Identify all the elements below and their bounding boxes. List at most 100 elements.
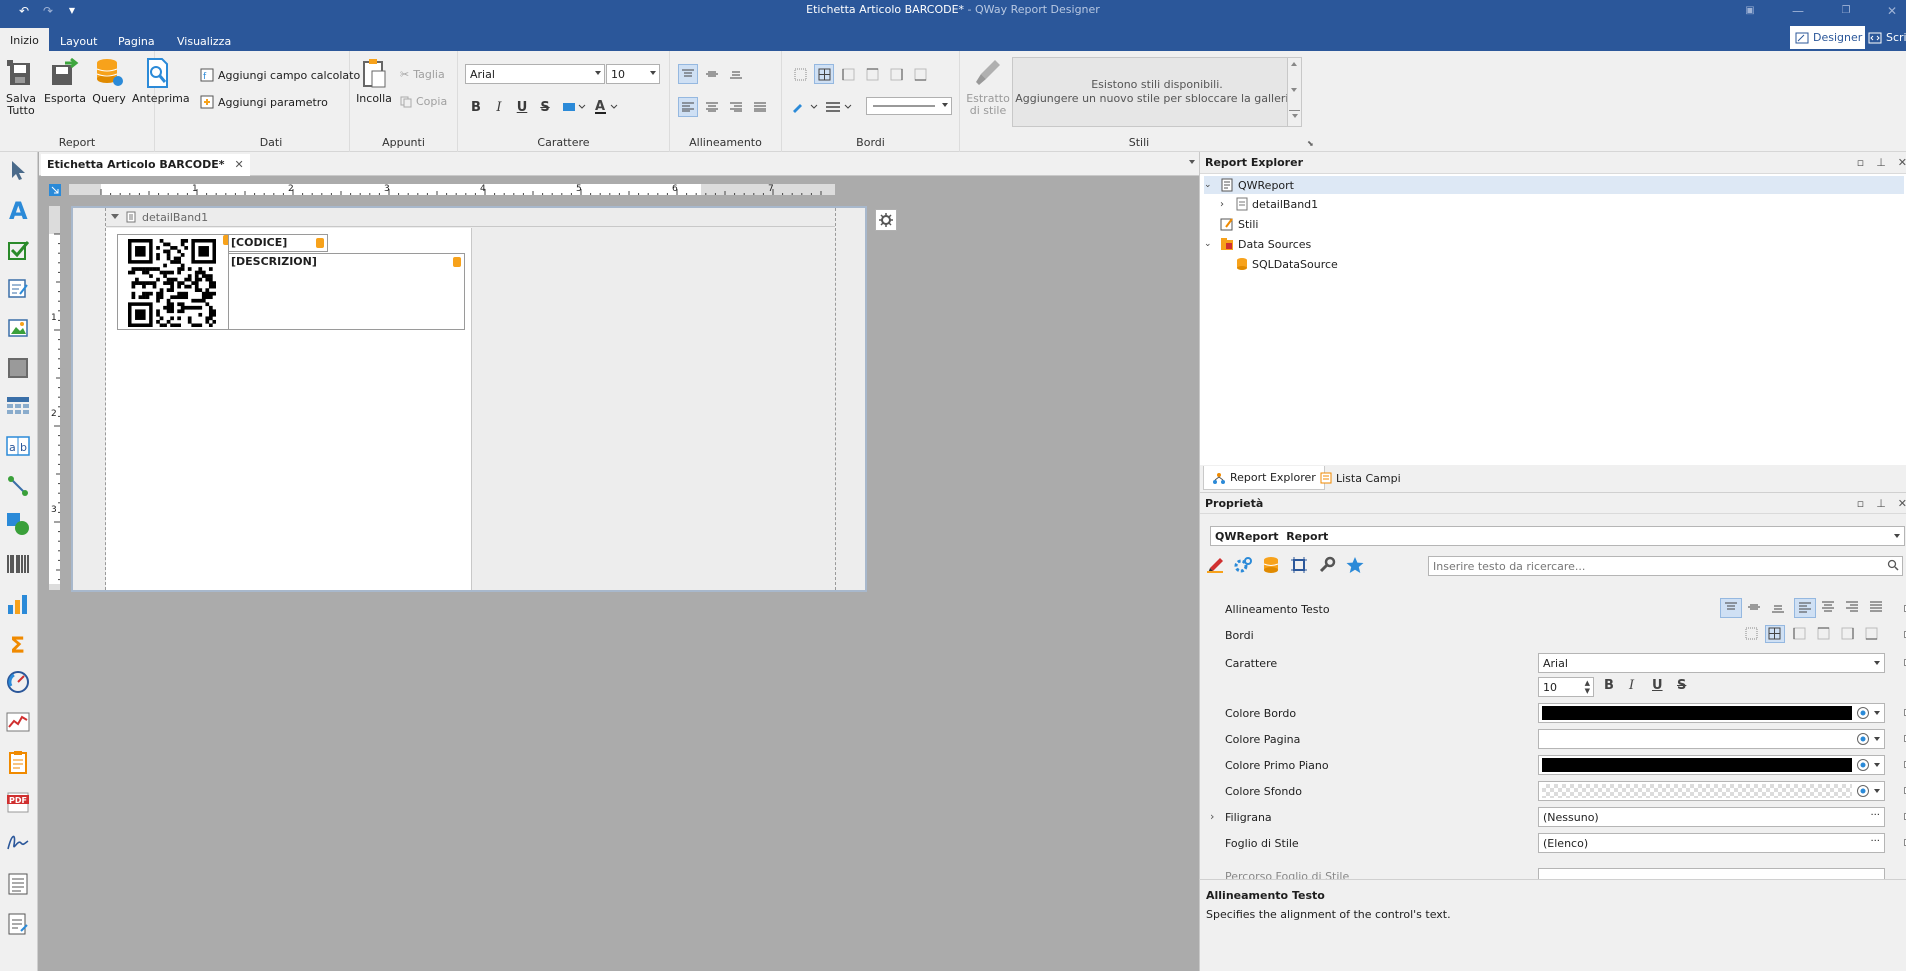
tab-lista-campi[interactable]: Lista Campi: [1312, 466, 1409, 490]
gallery-expand-icon[interactable]: [1289, 110, 1300, 122]
data-category-icon[interactable]: [1260, 554, 1282, 576]
align-right-button[interactable]: [726, 97, 746, 117]
pin-icon[interactable]: ⊥: [1876, 156, 1886, 169]
font-color-button[interactable]: A: [593, 97, 619, 117]
layout-category-icon[interactable]: [1288, 554, 1310, 576]
page-color-editor[interactable]: [1538, 729, 1885, 749]
line-tool-icon[interactable]: [4, 472, 32, 500]
ribbon-display-icon[interactable]: ▣: [1740, 0, 1760, 21]
ruler-corner-icon[interactable]: [49, 184, 61, 196]
band-header[interactable]: detailBand1: [106, 208, 835, 227]
italic-toggle[interactable]: I: [1629, 678, 1634, 693]
align-top-button[interactable]: [678, 64, 698, 84]
tab-layout[interactable]: Layout: [50, 29, 107, 51]
descrizione-field[interactable]: [DESCRIZION]: [228, 253, 465, 330]
wrench-category-icon[interactable]: [1316, 554, 1338, 576]
underline-button[interactable]: U: [512, 97, 532, 117]
align-bottom-toggle[interactable]: [1768, 598, 1790, 618]
object-selector[interactable]: QWReport Report: [1210, 526, 1905, 546]
label-tool-icon[interactable]: A: [4, 196, 32, 224]
align-bottom-button[interactable]: [726, 64, 746, 84]
chevron-up-icon[interactable]: [1291, 62, 1297, 66]
table-tool-icon[interactable]: [4, 392, 32, 420]
font-family-editor[interactable]: Arial: [1538, 653, 1885, 673]
color-picker-icon[interactable]: [1856, 758, 1870, 772]
bold-toggle[interactable]: B: [1604, 678, 1614, 693]
rich-text-tool-icon[interactable]: [4, 274, 32, 302]
stepper-arrows-icon[interactable]: ▲ ▼: [1585, 679, 1590, 695]
shape-tool-icon[interactable]: [4, 510, 32, 538]
copia-button[interactable]: Copia: [400, 95, 447, 108]
tree-node-data-sources[interactable]: ⌄ Data Sources: [1204, 235, 1311, 253]
panel-tool-icon[interactable]: [4, 354, 32, 382]
character-comb-tool-icon[interactable]: ab: [4, 432, 32, 460]
chart-tool-icon[interactable]: [4, 590, 32, 618]
font-size-stepper[interactable]: 10 ▲ ▼: [1538, 677, 1594, 697]
favorites-category-icon[interactable]: [1344, 554, 1366, 576]
aggiungi-parametro-button[interactable]: Aggiungi parametro: [200, 95, 328, 109]
align-center-button[interactable]: [702, 97, 722, 117]
color-picker-icon[interactable]: [1856, 706, 1870, 720]
border-right-button[interactable]: [886, 64, 906, 84]
chevron-down-icon[interactable]: ⌄: [1204, 180, 1216, 190]
tree-node-stili[interactable]: Stili: [1220, 215, 1258, 233]
property-search-input[interactable]: Inserire testo da ricercare...: [1428, 556, 1903, 576]
ellipsis-icon[interactable]: ···: [1870, 810, 1880, 821]
tab-report-explorer[interactable]: Report Explorer: [1203, 466, 1325, 490]
strikethrough-button[interactable]: S: [535, 97, 555, 117]
align-left-button[interactable]: [678, 97, 698, 117]
report-page[interactable]: detailBand1 [CODICE] [DESCRIZION]: [71, 206, 867, 592]
align-justify-button[interactable]: [750, 97, 770, 117]
signature-tool-icon[interactable]: [4, 828, 32, 856]
sparkline-tool-icon[interactable]: [4, 708, 32, 736]
border-all-button[interactable]: [814, 64, 834, 84]
align-top-toggle[interactable]: [1720, 598, 1742, 618]
chevron-right-icon[interactable]: ›: [1210, 810, 1214, 823]
pdf-content-tool-icon[interactable]: PDF: [4, 788, 32, 816]
qr-barcode[interactable]: [117, 234, 229, 330]
watermark-editor[interactable]: (Nessuno) ···: [1538, 807, 1885, 827]
estratto-di-stile-button[interactable]: Estratto di stile: [966, 57, 1010, 117]
border-top-button[interactable]: [862, 64, 882, 84]
dialog-launcher-icon[interactable]: ⬊: [1307, 139, 1314, 148]
tab-list-dropdown-icon[interactable]: [1189, 160, 1195, 164]
align-right-toggle[interactable]: [1842, 598, 1864, 618]
sum-tool-icon[interactable]: Σ: [4, 630, 32, 658]
align-center-toggle[interactable]: [1818, 598, 1840, 618]
query-button[interactable]: Query: [92, 57, 126, 105]
close-tab-icon[interactable]: ✕: [235, 158, 244, 172]
chevron-right-icon[interactable]: ›: [1220, 199, 1232, 210]
border-none-toggle[interactable]: [1742, 625, 1762, 643]
font-size-combo[interactable]: 10: [606, 64, 660, 84]
esporta-button[interactable]: Esporta: [44, 57, 86, 105]
close-panel-icon[interactable]: ✕: [1898, 497, 1906, 510]
align-justify-toggle[interactable]: [1866, 598, 1888, 618]
picture-tool-icon[interactable]: [4, 314, 32, 342]
tree-node-detailband1[interactable]: › detailBand1: [1220, 195, 1318, 213]
font-family-combo[interactable]: Arial: [465, 64, 605, 84]
align-middle-button[interactable]: [702, 64, 722, 84]
color-picker-icon[interactable]: [1856, 732, 1870, 746]
gallery-scrollbar[interactable]: [1287, 58, 1301, 126]
italic-button[interactable]: I: [489, 97, 509, 117]
background-color-editor[interactable]: [1538, 781, 1885, 801]
checkbox-tool-icon[interactable]: [4, 236, 32, 264]
barcode-tool-icon[interactable]: [4, 550, 32, 578]
border-bottom-button[interactable]: [910, 64, 930, 84]
script-mode-button[interactable]: Scrip: [1866, 26, 1906, 49]
subreport-tool-icon[interactable]: [4, 748, 32, 776]
panel-float-icon[interactable]: ▫: [1857, 156, 1864, 169]
pointer-tool-icon[interactable]: [4, 156, 32, 184]
border-width-combo[interactable]: [866, 97, 952, 115]
border-top-toggle[interactable]: [1814, 625, 1834, 643]
align-left-toggle[interactable]: [1794, 598, 1816, 618]
border-bottom-toggle[interactable]: [1862, 625, 1882, 643]
align-middle-toggle[interactable]: [1744, 598, 1766, 618]
aggiungi-campo-calcolato-button[interactable]: f Aggiungi campo calcolato: [200, 68, 360, 82]
gauge-tool-icon[interactable]: [4, 668, 32, 696]
border-color-editor[interactable]: [1538, 703, 1885, 723]
behavior-category-icon[interactable]: [1232, 554, 1254, 576]
taglia-button[interactable]: ✂ Taglia: [400, 68, 445, 81]
highlight-color-button[interactable]: [561, 97, 587, 117]
chevron-down-icon[interactable]: [1291, 88, 1297, 92]
